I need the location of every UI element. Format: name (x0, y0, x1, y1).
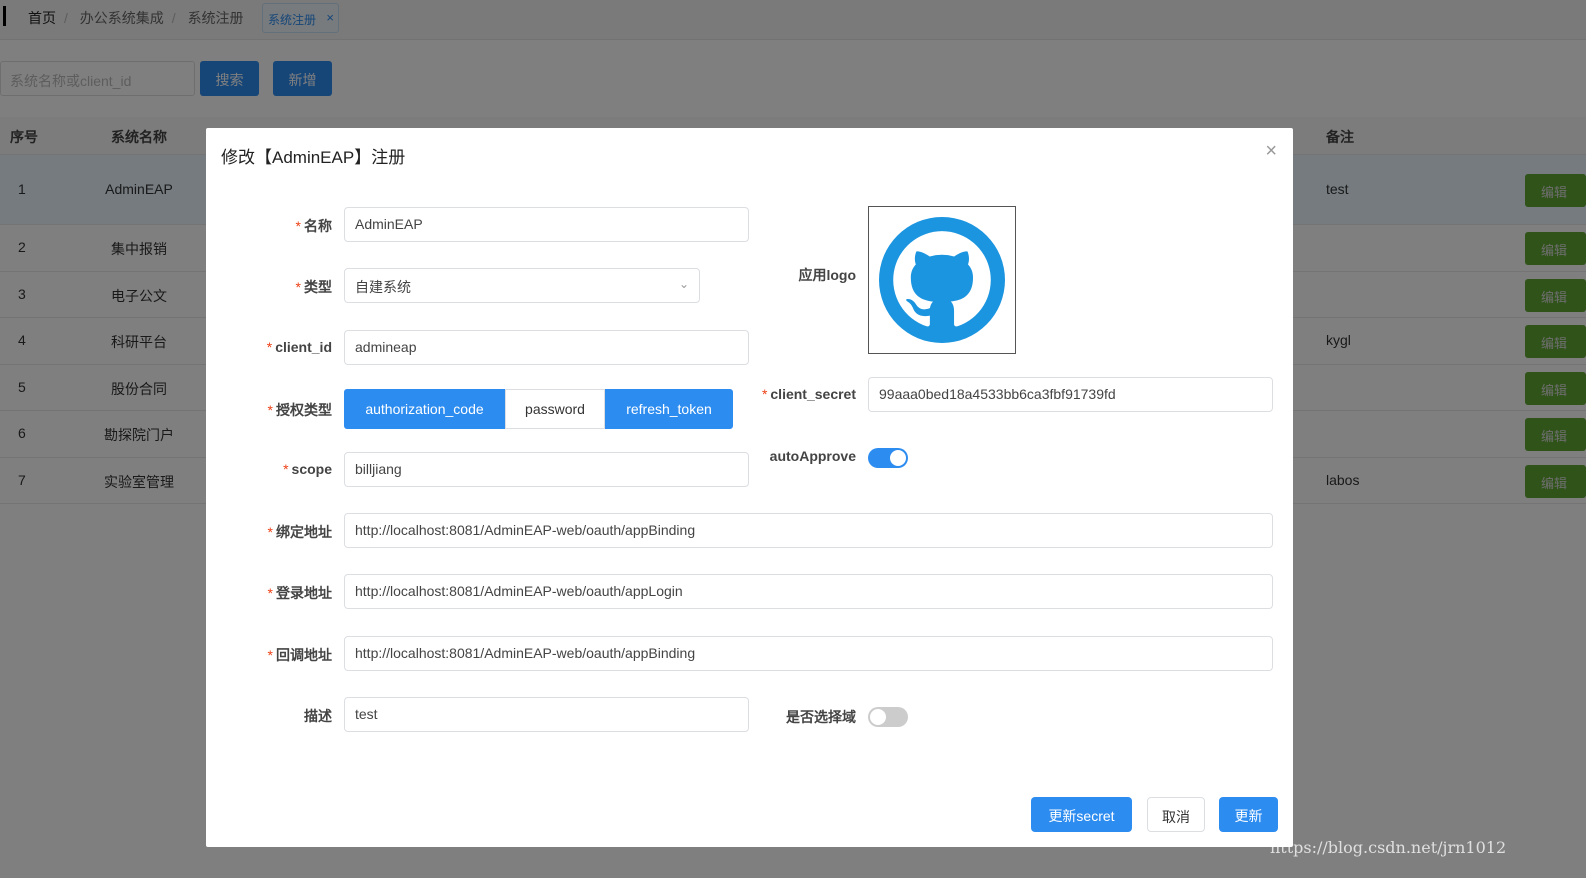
login-url-input[interactable]: http://localhost:8081/AdminEAP-web/oauth… (344, 574, 1273, 609)
client-id-input[interactable]: admineap (344, 330, 749, 365)
scope-label: * scope (283, 461, 332, 477)
logo-label: 应用logo (798, 267, 856, 283)
grant-refresh-token[interactable]: refresh_token (605, 389, 733, 429)
callback-url-label: * 回调地址 (267, 647, 332, 663)
grant-authorization-code[interactable]: authorization_code (344, 389, 505, 429)
cancel-button[interactable]: 取消 (1147, 797, 1205, 832)
bind-url-label: * 绑定地址 (267, 524, 332, 540)
desc-label: 描述 (304, 708, 332, 724)
close-icon[interactable]: × (1265, 140, 1277, 163)
callback-url-input[interactable]: http://localhost:8081/AdminEAP-web/oauth… (344, 636, 1273, 671)
watermark: https://blog.csdn.net/jrn1012 (1270, 838, 1507, 857)
bind-url-input[interactable]: http://localhost:8081/AdminEAP-web/oauth… (344, 513, 1273, 548)
grant-password[interactable]: password (505, 389, 605, 429)
name-label: * 名称 (295, 218, 332, 234)
modal-title: 修改【AdminEAP】注册 (221, 148, 406, 167)
github-octocat-icon (879, 217, 1005, 343)
login-url-label: * 登录地址 (267, 585, 332, 601)
grant-type-label: * 授权类型 (267, 402, 332, 418)
grant-type-group: authorization_code password refresh_toke… (344, 389, 733, 429)
update-button[interactable]: 更新 (1219, 797, 1278, 832)
auto-approve-toggle[interactable] (868, 448, 908, 468)
type-label: * 类型 (295, 279, 332, 295)
edit-modal: 修改【AdminEAP】注册 × * 名称 AdminEAP * 类型 自建系统 ⌄ … (206, 128, 1293, 847)
type-select[interactable]: 自建系统 ⌄ (344, 268, 700, 303)
client-secret-input[interactable]: 99aaa0bed18a4533bb6ca3fbf91739fd (868, 377, 1273, 412)
desc-input[interactable]: test (344, 697, 749, 732)
select-domain-label: 是否选择域 (786, 709, 856, 725)
name-input[interactable]: AdminEAP (344, 207, 749, 242)
client-secret-label: * client_secret (761, 386, 856, 402)
auto-approve-label: autoApprove (769, 448, 856, 464)
client-id-label: * client_id (266, 339, 332, 355)
chevron-down-icon: ⌄ (678, 277, 689, 291)
refresh-secret-button[interactable]: 更新secret (1031, 797, 1132, 832)
select-domain-toggle[interactable] (868, 707, 908, 727)
logo-upload[interactable] (868, 206, 1016, 354)
scope-input[interactable]: billjiang (344, 452, 749, 487)
